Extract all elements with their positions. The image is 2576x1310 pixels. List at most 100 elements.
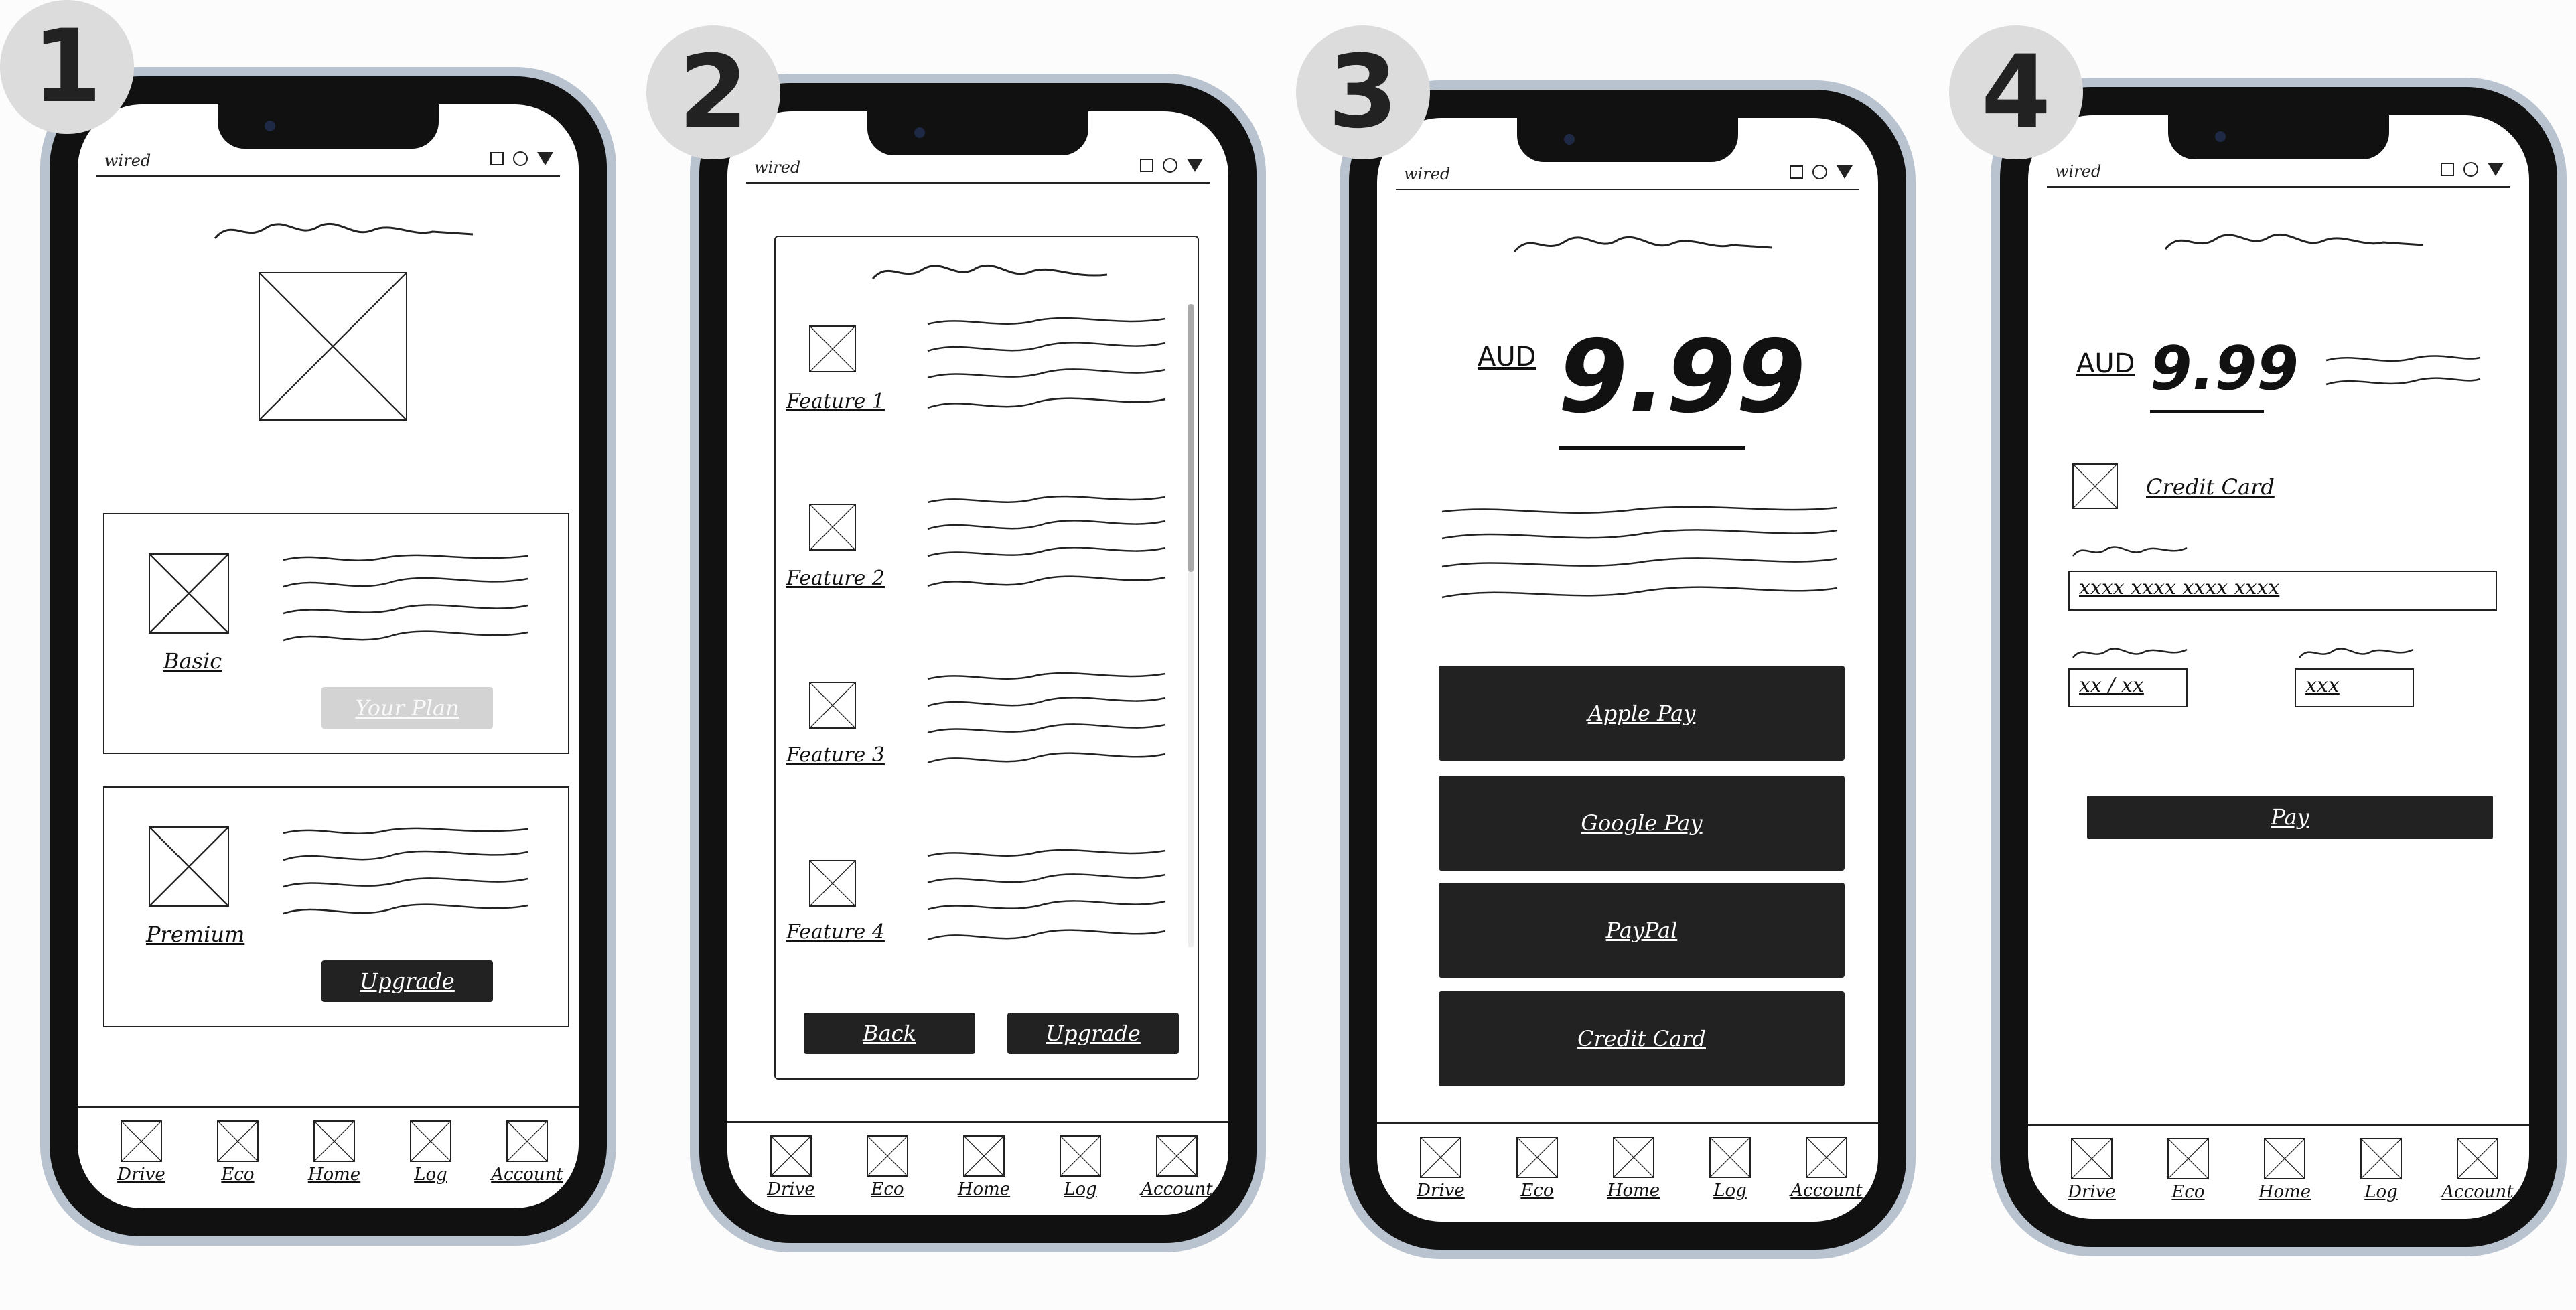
tab-log[interactable]: Log <box>1693 1137 1767 1201</box>
apple-pay-button[interactable]: Apple Pay <box>1439 666 1845 761</box>
cvv-input[interactable]: xxx <box>2295 668 2414 707</box>
circle-icon[interactable] <box>1812 165 1827 179</box>
your-plan-button: Your Plan <box>321 687 493 729</box>
tab-account[interactable]: Account <box>1140 1135 1214 1199</box>
home-icon <box>963 1135 1005 1177</box>
notch <box>218 104 439 149</box>
circle-icon[interactable] <box>513 151 528 166</box>
upgrade-button[interactable]: Upgrade <box>1007 1013 1179 1054</box>
wired-logo: wired <box>1404 165 1451 184</box>
tab-drive[interactable]: Drive <box>2055 1138 2129 1202</box>
tab-eco[interactable]: Eco <box>851 1135 924 1199</box>
plan-image-placeholder <box>149 553 229 634</box>
screen-payment-options: wired AUD 9.99 Apple Pay Google Pay PayP… <box>1377 118 1878 1222</box>
screen-plans: wired Basic Your Plan Premium Upgrade Dr… <box>78 104 579 1208</box>
price-amount: 9.99 <box>1558 319 1806 435</box>
step-badge: 4 <box>1949 25 2083 159</box>
tab-account[interactable]: Account <box>1790 1137 1863 1201</box>
scrollbar-thumb[interactable] <box>1188 304 1194 572</box>
tab-bar: Drive Eco Home Log Account <box>727 1121 1228 1215</box>
camera <box>2215 131 2226 142</box>
pay-button[interactable]: Pay <box>2087 796 2493 839</box>
tab-drive[interactable]: Drive <box>754 1135 828 1199</box>
account-icon <box>2457 1138 2498 1179</box>
maximize-icon[interactable] <box>2441 163 2454 176</box>
price-note-scribble <box>2325 355 2481 386</box>
tab-bar: Drive Eco Home Log Account <box>2028 1124 2529 1219</box>
dropdown-icon[interactable] <box>2488 163 2504 176</box>
feature-label: Feature 1 <box>786 390 885 413</box>
dropdown-icon[interactable] <box>537 152 553 165</box>
price-underline <box>1559 446 1745 450</box>
tab-label: Eco <box>871 1179 904 1199</box>
title-divider <box>2047 186 2510 188</box>
back-button[interactable]: Back <box>804 1013 975 1054</box>
home-icon <box>1613 1137 1654 1178</box>
tab-bar: Drive Eco Home Log Account <box>1377 1122 1878 1222</box>
tab-drive[interactable]: Drive <box>1404 1137 1478 1201</box>
description-scribble <box>1441 506 1838 599</box>
phone-frame: wired Basic Your Plan Premium Upgrade Dr… <box>40 67 616 1246</box>
wired-logo: wired <box>2055 162 2102 181</box>
eco-icon <box>2167 1138 2209 1179</box>
expiry-label-scribble <box>2072 648 2188 658</box>
paypal-button[interactable]: PayPal <box>1439 883 1845 978</box>
maximize-icon[interactable] <box>1790 165 1803 179</box>
eco-icon <box>217 1120 259 1162</box>
drive-icon <box>2071 1138 2113 1179</box>
tab-home[interactable]: Home <box>2248 1138 2321 1202</box>
features-dialog: Feature 1 Feature 2 Feature 3 Feature 4 … <box>774 236 1199 1080</box>
circle-icon[interactable] <box>2463 162 2478 177</box>
tab-label: Drive <box>117 1165 165 1185</box>
feature-icon-placeholder <box>809 325 856 372</box>
feature-label: Feature 2 <box>786 567 885 590</box>
credit-card-button[interactable]: Credit Card <box>1439 991 1845 1086</box>
drive-icon <box>121 1120 162 1162</box>
window-controls <box>1790 165 1853 179</box>
phone-frame: wired AUD 9.99 Credit Card xxxx xxxx xxx… <box>1991 78 2567 1256</box>
title-divider <box>96 175 560 177</box>
tab-home[interactable]: Home <box>947 1135 1021 1199</box>
maximize-icon[interactable] <box>490 152 504 165</box>
tab-account[interactable]: Account <box>490 1120 564 1185</box>
wired-logo: wired <box>104 151 151 170</box>
tab-home[interactable]: Home <box>1597 1137 1670 1201</box>
credit-card-checkbox[interactable] <box>2072 463 2118 509</box>
log-icon <box>1060 1135 1101 1177</box>
wired-logo: wired <box>754 158 801 177</box>
plan-name: Basic <box>163 648 222 674</box>
tab-label: Home <box>1607 1181 1660 1201</box>
notch <box>1517 118 1738 162</box>
tab-eco[interactable]: Eco <box>201 1120 275 1185</box>
tab-drive[interactable]: Drive <box>104 1120 178 1185</box>
plan-image-placeholder <box>149 826 229 907</box>
circle-icon[interactable] <box>1163 158 1177 173</box>
card-number-label-scribble <box>2072 546 2188 557</box>
tab-account[interactable]: Account <box>2441 1138 2514 1202</box>
dropdown-icon[interactable] <box>1187 159 1203 172</box>
expiry-input[interactable]: xx / xx <box>2068 668 2188 707</box>
tab-eco[interactable]: Eco <box>2151 1138 2225 1202</box>
card-number-input[interactable]: xxxx xxxx xxxx xxxx <box>2068 571 2497 611</box>
notch <box>2168 115 2389 159</box>
tab-log[interactable]: Log <box>394 1120 468 1185</box>
step-badge: 2 <box>646 25 780 159</box>
feature-label: Feature 3 <box>786 743 885 767</box>
currency-label: AUD <box>1478 342 1536 372</box>
window-controls <box>2441 162 2504 177</box>
drive-icon <box>770 1135 812 1177</box>
window-controls <box>1140 158 1203 173</box>
tab-home[interactable]: Home <box>297 1120 371 1185</box>
tab-eco[interactable]: Eco <box>1500 1137 1574 1201</box>
price-underline <box>2150 410 2264 413</box>
title-scribble <box>2164 233 2424 250</box>
price-amount: 9.99 <box>2150 334 2299 404</box>
tab-log[interactable]: Log <box>2344 1138 2418 1202</box>
title-divider <box>746 182 1210 184</box>
upgrade-button[interactable]: Upgrade <box>321 960 493 1002</box>
google-pay-button[interactable]: Google Pay <box>1439 776 1845 871</box>
step-badge: 1 <box>0 0 134 134</box>
maximize-icon[interactable] <box>1140 159 1153 172</box>
dropdown-icon[interactable] <box>1837 165 1853 179</box>
tab-log[interactable]: Log <box>1044 1135 1117 1199</box>
